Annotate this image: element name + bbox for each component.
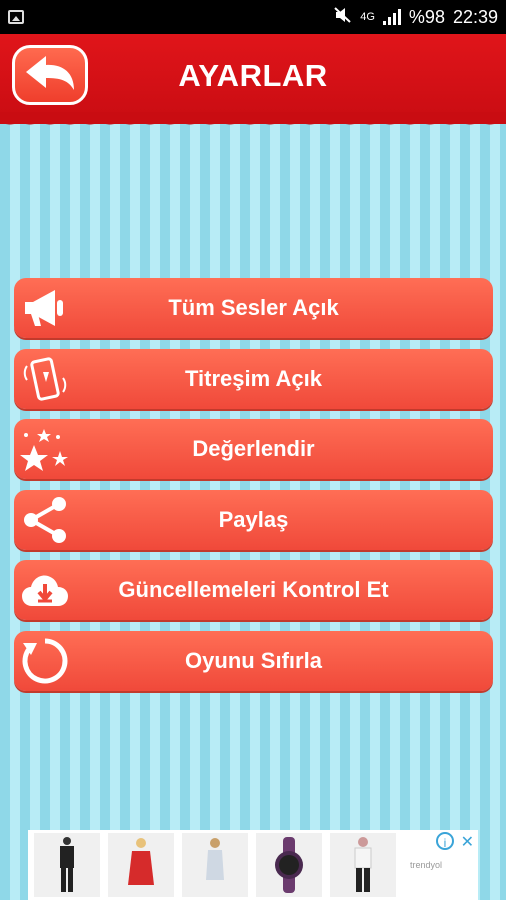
ad-product-image[interactable] [182,833,248,897]
share-icon [20,496,70,544]
mute-icon [334,6,352,28]
check-updates-button[interactable]: Güncellemeleri Kontrol Et [14,560,493,620]
ad-info-icon[interactable]: i [436,832,454,850]
stars-icon [20,425,70,473]
check-updates-label: Güncellemeleri Kontrol Et [118,577,389,602]
ad-product-image[interactable] [108,833,174,897]
share-label: Paylaş [218,506,289,532]
battery-percent: %98 [408,6,445,27]
ad-brand-logo: trendyol [410,860,443,870]
rate-button[interactable]: Değerlendir [14,419,493,479]
megaphone-icon [20,284,70,332]
settings-menu: Tüm Sesler Açık Titreşim Açık Değerlendi… [14,278,493,701]
ad-close-icon[interactable]: ✕ [461,832,474,852]
sounds-label: Tüm Sesler Açık [168,295,339,320]
vibration-button[interactable]: Titreşim Açık [14,348,493,409]
ad-product-image[interactable] [34,833,100,897]
vibration-label: Titreşim Açık [185,365,322,391]
ad-product-image[interactable] [330,833,396,897]
network-type: 4G [360,11,375,23]
clock: 22:39 [452,6,498,27]
share-button[interactable]: Paylaş [14,489,493,550]
cloud-download-icon [20,566,70,614]
ad-banner[interactable]: trendyol i ✕ [28,830,478,900]
signal-icon [382,9,401,25]
page-title: AYARLAR [178,58,328,93]
gallery-icon [8,10,24,24]
ad-product-image[interactable] [256,833,322,897]
reset-game-button[interactable]: Oyunu Sıfırla [14,630,493,691]
vibrating-phone-icon [20,355,70,403]
header-scallop [0,112,506,138]
sounds-button[interactable]: Tüm Sesler Açık [14,278,493,338]
reset-game-label: Oyunu Sıfırla [185,647,322,673]
refresh-icon [20,637,70,685]
rate-label: Değerlendir [192,436,315,461]
status-bar: 4G %98 22:39 [0,0,506,34]
